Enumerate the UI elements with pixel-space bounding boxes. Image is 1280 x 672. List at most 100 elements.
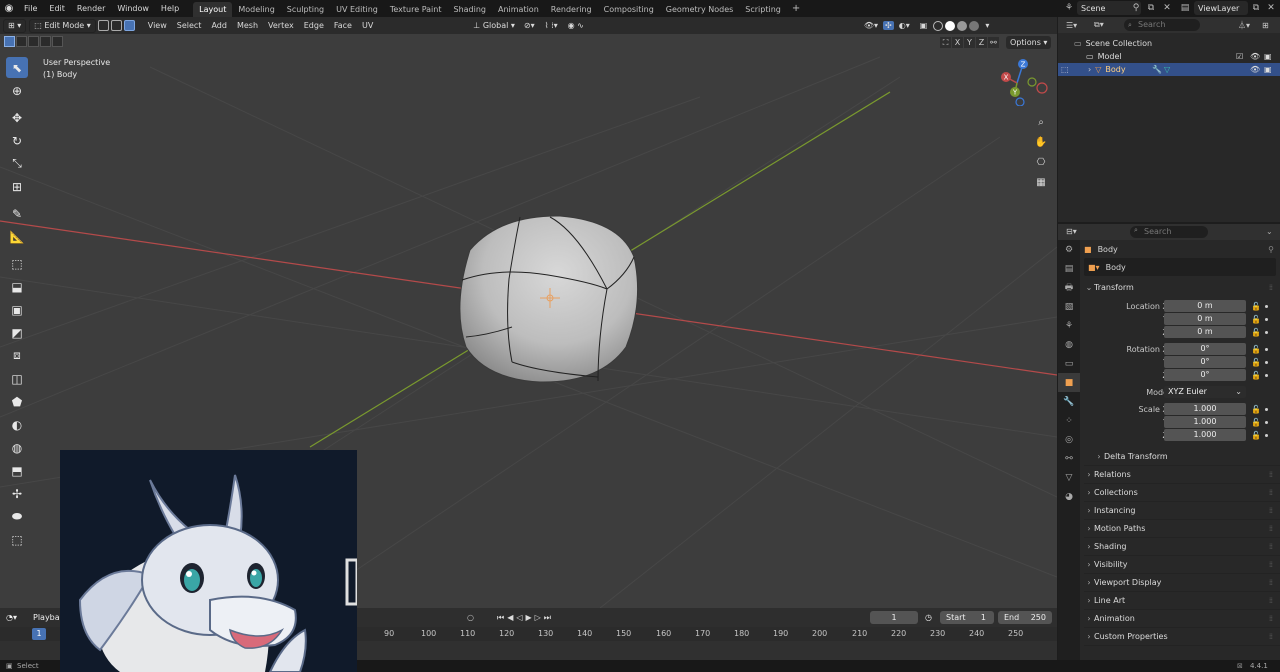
material-shading-button[interactable] xyxy=(957,20,968,31)
lock-icon[interactable]: 🔓 xyxy=(1251,429,1261,442)
lock-icon[interactable]: 🔓 xyxy=(1251,369,1261,382)
object-name-field[interactable]: ■▾ Body xyxy=(1084,258,1276,276)
drag-handle-icon[interactable]: ⁞⁞ xyxy=(1269,578,1273,587)
new-collection-icon[interactable]: ⊞ xyxy=(1262,21,1269,30)
poly-build-tool-icon[interactable]: ⬟ xyxy=(6,391,28,412)
object-tab-icon[interactable]: ■ xyxy=(1058,373,1080,392)
workspace-tab-shading[interactable]: Shading xyxy=(447,2,492,17)
timeline-editor-type-icon[interactable]: ◔▾ xyxy=(6,611,17,624)
camera-view-icon[interactable]: ⎔ xyxy=(1032,153,1050,171)
collection-tab-icon[interactable]: ▭ xyxy=(1058,354,1080,373)
lock-icon[interactable]: 🔓 xyxy=(1251,326,1261,339)
vertex-select-button[interactable] xyxy=(97,20,109,31)
drag-handle-icon[interactable]: ⁞⁞ xyxy=(1269,596,1273,605)
view-layer-tab-icon[interactable]: ▧ xyxy=(1058,297,1080,316)
header-options-icon[interactable]: ⌄ xyxy=(1266,227,1273,236)
render-tab-icon[interactable]: ▤ xyxy=(1058,259,1080,278)
select-intersect-button[interactable] xyxy=(52,36,63,47)
shading-options-icon[interactable]: ▾ xyxy=(980,21,994,30)
rip-region-tool-icon[interactable]: ⬚ xyxy=(6,529,28,550)
section-motion-paths[interactable]: › Motion Paths ⁞⁞ xyxy=(1084,520,1280,538)
scale-x-field[interactable]: 1.000 xyxy=(1164,403,1246,415)
perspective-toggle-icon[interactable]: ▦ xyxy=(1032,173,1050,191)
section-line-art[interactable]: › Line Art ⁞⁞ xyxy=(1084,592,1280,610)
modifier-wrench-icon[interactable]: 🔧 xyxy=(1152,65,1162,74)
drag-handle-icon[interactable]: ⁞⁞ xyxy=(1269,560,1273,569)
wireframe-shading-button[interactable] xyxy=(933,20,944,31)
delete-view-layer-icon[interactable]: ✕ xyxy=(1265,2,1277,14)
spin-tool-icon[interactable]: ◐ xyxy=(6,414,28,435)
inset-tool-icon[interactable]: ▣ xyxy=(6,299,28,320)
scene-icon[interactable]: ⚘ xyxy=(1063,2,1075,14)
lock-icon[interactable]: 🔓 xyxy=(1251,313,1261,326)
section-visibility[interactable]: › Visibility ⁞⁞ xyxy=(1084,556,1280,574)
keyframe-dot-icon[interactable] xyxy=(1265,374,1268,377)
outliner-search-input[interactable]: Search xyxy=(1124,19,1200,31)
tool-tab-icon[interactable]: ⚙ xyxy=(1058,240,1080,259)
transform-tool-icon[interactable]: ⊞ xyxy=(6,176,28,197)
record-icon[interactable]: ○ xyxy=(467,611,479,624)
auto-merge-icon[interactable]: ⚯ xyxy=(988,37,999,48)
menu-view[interactable]: View xyxy=(143,21,172,30)
select-invert-button[interactable] xyxy=(40,36,51,47)
outliner-row-scene-collection[interactable]: ▭ Scene Collection xyxy=(1058,37,1280,50)
workspace-tab-rendering[interactable]: Rendering xyxy=(545,2,598,17)
bevel-tool-icon[interactable]: ◩ xyxy=(6,322,28,343)
keyframe-dot-icon[interactable] xyxy=(1265,408,1268,411)
clock-icon[interactable]: ◷ xyxy=(925,611,937,624)
select-extend-button[interactable] xyxy=(16,36,27,47)
keyframe-dot-icon[interactable] xyxy=(1265,421,1268,424)
properties-editor-type-icon[interactable]: ⊟▾ xyxy=(1066,227,1077,236)
mirror-x-button[interactable]: X xyxy=(952,37,963,48)
pivot-icon[interactable]: ⊘▾ xyxy=(519,21,540,30)
section-viewport-display[interactable]: › Viewport Display ⁞⁞ xyxy=(1084,574,1280,592)
lock-icon[interactable]: 🔓 xyxy=(1251,356,1261,369)
workspace-tab-geometry-nodes[interactable]: Geometry Nodes xyxy=(660,2,739,17)
drag-handle-icon[interactable]: ⁞⁞ xyxy=(1269,488,1273,497)
workspace-tab-compositing[interactable]: Compositing xyxy=(598,2,660,17)
keyframe-dot-icon[interactable] xyxy=(1265,318,1268,321)
drag-handle-icon[interactable]: ⁞⁞ xyxy=(1269,506,1273,515)
gizmo-toggle-icon[interactable]: ✣ xyxy=(883,21,894,30)
mesh-data-icon[interactable]: ▽ xyxy=(1164,65,1170,74)
transform-orientation-dropdown[interactable]: ⊥ Global ▾ xyxy=(469,19,519,33)
world-tab-icon[interactable]: ◍ xyxy=(1058,335,1080,354)
extrude-tool-icon[interactable]: ⬓ xyxy=(6,276,28,297)
display-mode-icon[interactable]: ⧉▾ xyxy=(1094,20,1104,30)
view-layer-selector[interactable]: ViewLayer xyxy=(1194,1,1248,15)
data-tab-icon[interactable]: ▽ xyxy=(1058,468,1080,487)
rotation-y-field[interactable]: 0° xyxy=(1164,356,1246,368)
menu-uv[interactable]: UV xyxy=(357,21,378,30)
workspace-tab-texture-paint[interactable]: Texture Paint xyxy=(384,2,448,17)
outliner-row-body[interactable]: ⬚ › ▽ Body 🔧 ▽ 👁 ▣ xyxy=(1058,63,1280,76)
move-tool-icon[interactable]: ✥ xyxy=(6,107,28,128)
measure-tool-icon[interactable]: 📐 xyxy=(6,226,28,247)
section-animation[interactable]: › Animation ⁞⁞ xyxy=(1084,610,1280,628)
delta-transform-subpanel[interactable]: › Delta Transform xyxy=(1084,448,1280,466)
mirror-z-button[interactable]: Z xyxy=(976,37,987,48)
keyframe-dot-icon[interactable] xyxy=(1265,305,1268,308)
lock-icon[interactable]: 🔓 xyxy=(1251,300,1261,313)
rotate-tool-icon[interactable]: ↻ xyxy=(6,130,28,151)
menu-help[interactable]: Help xyxy=(155,0,185,17)
scene-tab-icon[interactable]: ⚘ xyxy=(1058,316,1080,335)
add-cube-tool-icon[interactable]: ⬚ xyxy=(6,253,28,274)
keyframe-dot-icon[interactable] xyxy=(1265,361,1268,364)
knife-tool-icon[interactable]: ◫ xyxy=(6,368,28,389)
playhead[interactable]: 1 xyxy=(32,628,46,640)
xray-icon[interactable]: ▣ xyxy=(915,21,933,30)
select-new-button[interactable] xyxy=(4,36,15,47)
workspace-tab-layout[interactable]: Layout xyxy=(193,1,233,17)
menu-window[interactable]: Window xyxy=(111,0,155,17)
pin-icon[interactable]: ⚲ xyxy=(1268,245,1274,254)
delete-scene-icon[interactable]: ✕ xyxy=(1161,2,1173,14)
section-relations[interactable]: › Relations ⁞⁞ xyxy=(1084,466,1280,484)
camera-icon[interactable]: ▣ xyxy=(1264,65,1272,74)
add-workspace-icon[interactable]: + xyxy=(787,3,805,14)
menu-vertex[interactable]: Vertex xyxy=(263,21,299,30)
navigation-gizmo[interactable]: Z X Y xyxy=(997,56,1051,106)
new-view-layer-icon[interactable]: ⧉ xyxy=(1250,2,1262,14)
rotation-z-field[interactable]: 0° xyxy=(1164,369,1246,381)
location-y-field[interactable]: 0 m xyxy=(1164,313,1246,325)
shrink-fatten-tool-icon[interactable]: ✢ xyxy=(6,483,28,504)
